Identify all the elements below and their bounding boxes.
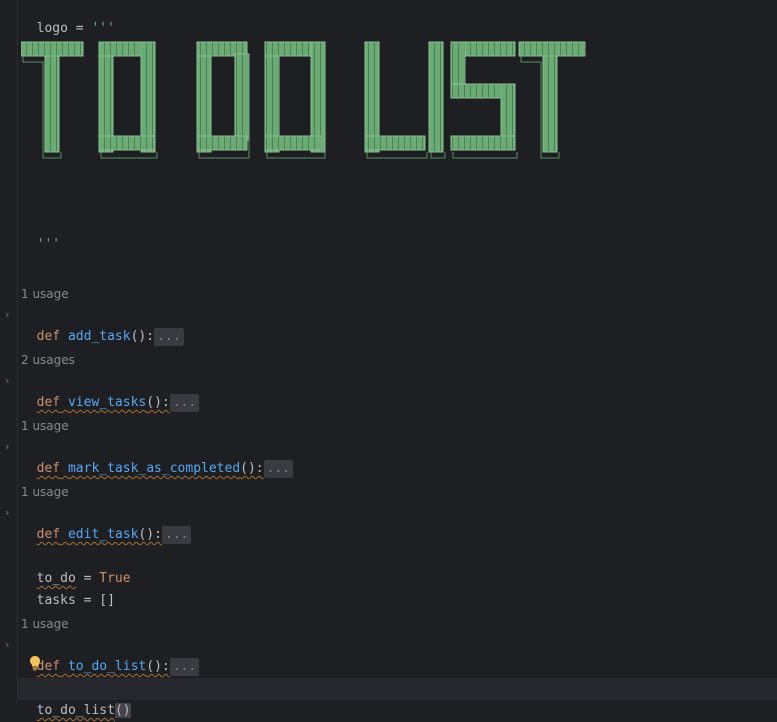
def-keyword: def: [36, 329, 61, 344]
assign-operator: =: [75, 593, 100, 608]
function-name: view_tasks: [67, 395, 147, 410]
empty-list-literal: []: [99, 593, 115, 608]
logo-assignment-line[interactable]: logo = ''': [21, 0, 115, 36]
def-keyword: def: [36, 461, 61, 476]
folded-body-placeholder[interactable]: ...: [161, 526, 192, 544]
current-line-highlight: [18, 678, 777, 700]
function-def-line[interactable]: def edit_task():...: [21, 502, 192, 544]
folded-body-placeholder[interactable]: ...: [169, 394, 200, 412]
usage-hint[interactable]: 1 usage: [21, 616, 69, 632]
function-def-line[interactable]: def to_do_list():...: [21, 634, 200, 676]
function-call-line[interactable]: to_do_list(): [21, 678, 131, 718]
usage-hint[interactable]: 1 usage: [21, 286, 69, 302]
function-signature: ():: [240, 461, 264, 476]
assign-operator: =: [67, 21, 92, 36]
todo-assignment-line[interactable]: to_do = True: [21, 546, 131, 586]
chevron-right-icon[interactable]: ›: [5, 436, 15, 458]
function-signature: ():: [138, 527, 162, 542]
chevron-right-icon[interactable]: ›: [5, 502, 15, 524]
tasks-assignment-line[interactable]: tasks = []: [21, 568, 115, 608]
function-signature: ():: [146, 395, 170, 410]
function-signature: ():: [146, 659, 170, 674]
tasks-variable: tasks: [36, 593, 76, 608]
usage-hint[interactable]: 1 usage: [21, 418, 69, 434]
function-name: edit_task: [67, 527, 139, 542]
usage-hint[interactable]: 1 usage: [21, 484, 69, 500]
open-paren: (: [114, 703, 123, 718]
function-name: to_do_list: [67, 659, 147, 674]
function-name: mark_task_as_completed: [67, 461, 241, 476]
function-signature: ():: [130, 329, 155, 344]
function-def-line[interactable]: def add_task():...: [21, 304, 184, 346]
function-def-line[interactable]: def view_tasks():...: [21, 370, 200, 412]
chevron-right-icon[interactable]: ›: [5, 304, 15, 326]
string-open-quotes: ''': [91, 21, 115, 36]
chevron-right-icon[interactable]: ›: [5, 370, 15, 392]
gutter-divider: [17, 0, 18, 704]
folded-body-placeholder[interactable]: ...: [169, 658, 200, 676]
logo-close-line[interactable]: ''': [21, 212, 60, 252]
def-keyword: def: [36, 527, 61, 542]
close-paren: ): [122, 703, 131, 718]
chevron-right-icon[interactable]: ›: [5, 634, 15, 656]
call-function-name: to_do_list: [36, 703, 115, 718]
usage-hint[interactable]: 2 usages: [21, 352, 75, 368]
folded-body-placeholder[interactable]: ...: [263, 460, 294, 478]
ascii-logo-art: [21, 41, 586, 159]
lightbulb-icon[interactable]: [29, 655, 41, 671]
function-name: add_task: [67, 329, 131, 344]
logo-variable: logo: [36, 21, 68, 36]
string-close-quotes: ''': [36, 237, 61, 252]
folded-body-placeholder[interactable]: ...: [154, 328, 184, 346]
function-def-line[interactable]: def mark_task_as_completed():...: [21, 436, 294, 478]
def-keyword: def: [36, 395, 61, 410]
